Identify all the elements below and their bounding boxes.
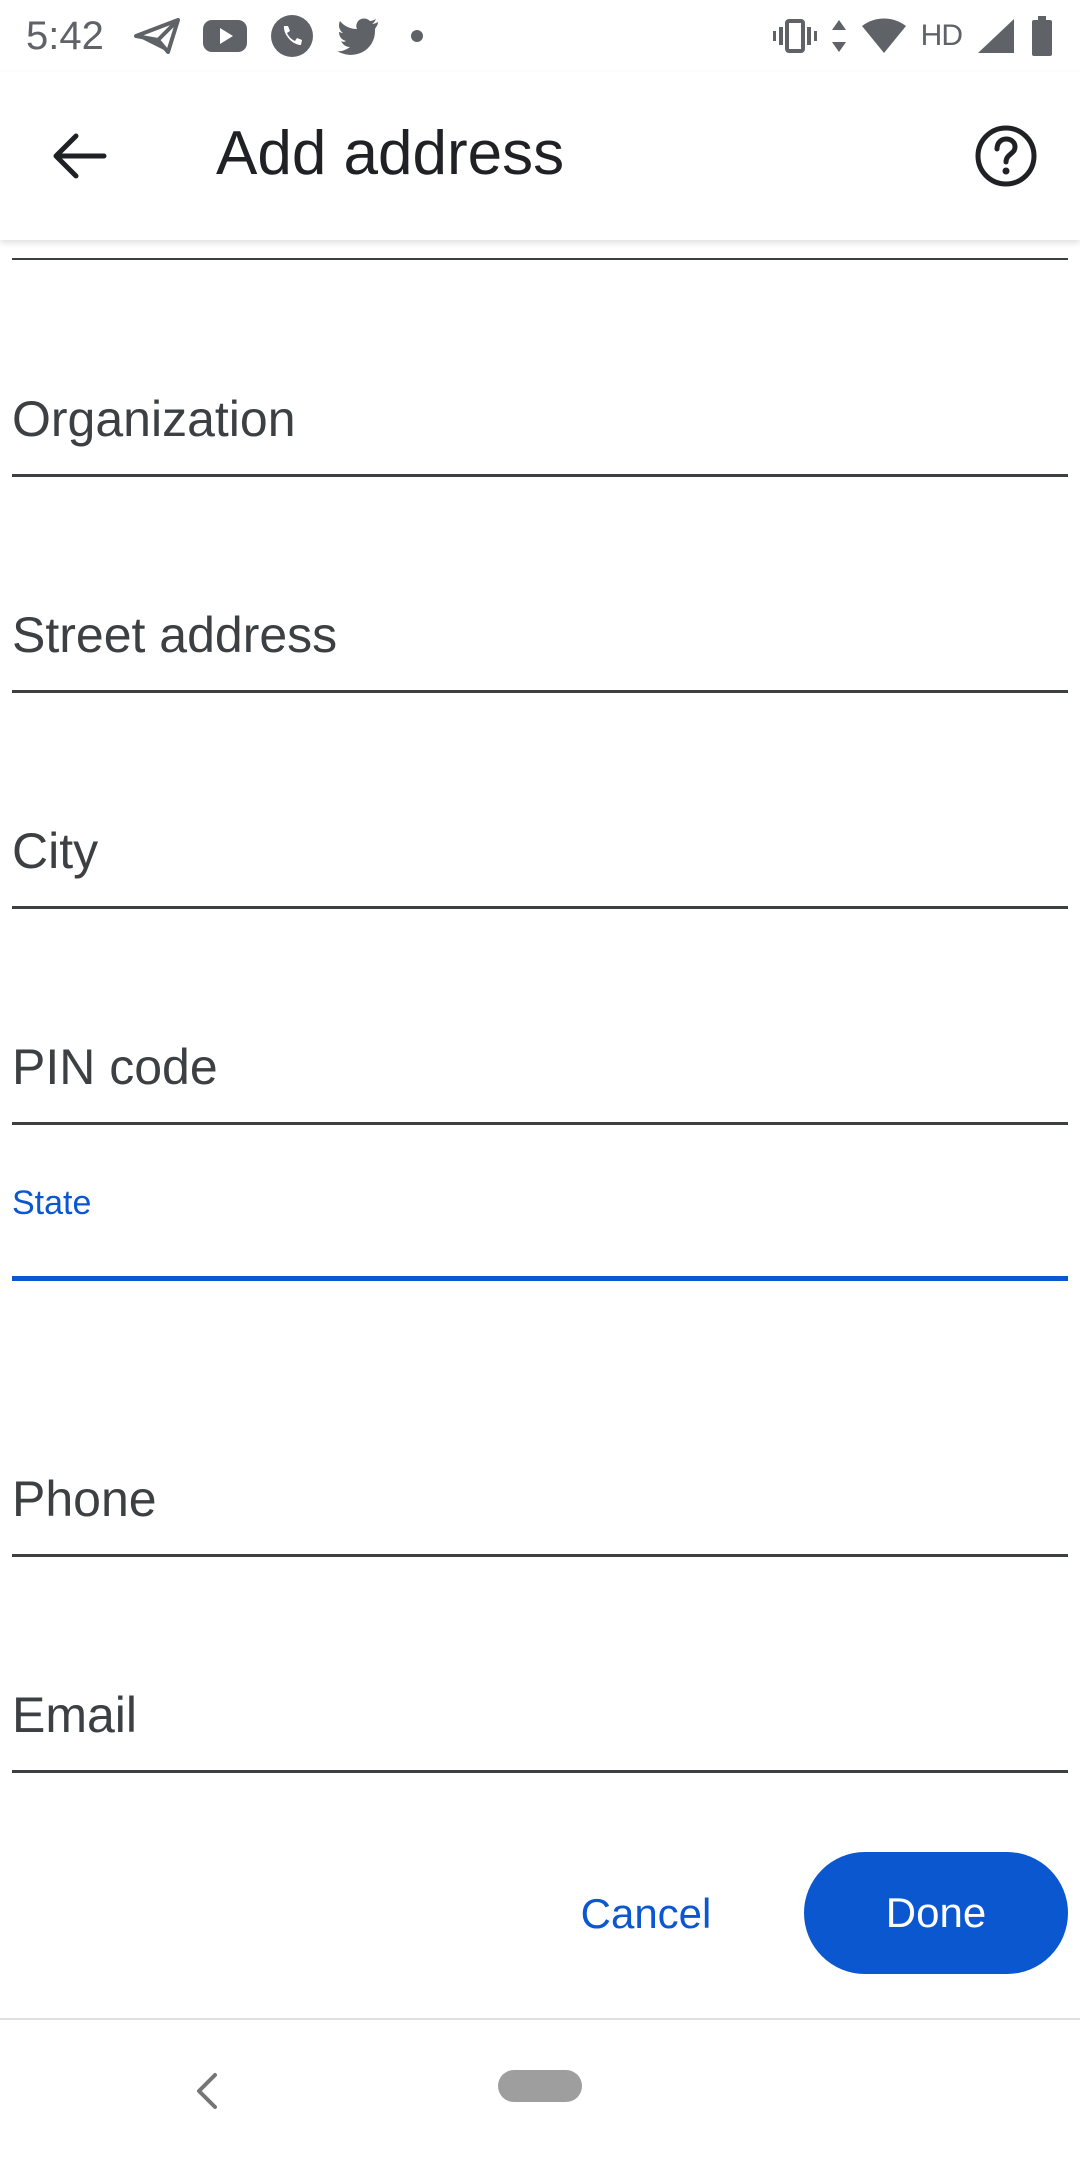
signal-icon xyxy=(976,17,1016,55)
status-bar: 5:42 HD xyxy=(0,0,1080,72)
done-button[interactable]: Done xyxy=(804,1852,1068,1974)
phone-underline xyxy=(12,1554,1068,1557)
pin-code-label: PIN code xyxy=(12,1039,218,1095)
address-form: Organization Street address City PIN cod… xyxy=(0,240,1080,2020)
state-label: State xyxy=(12,1184,92,1222)
pin-code-underline xyxy=(12,1122,1068,1125)
wifi-icon xyxy=(861,18,907,54)
pin-code-field[interactable]: PIN code xyxy=(12,1038,1068,1138)
email-field[interactable]: Email xyxy=(12,1686,1068,1786)
form-actions: Cancel Done xyxy=(0,1852,1080,1976)
screen: 5:42 HD Add address Organization Street … xyxy=(0,0,1080,2160)
nav-back-button[interactable] xyxy=(186,2066,226,2116)
send-icon xyxy=(133,18,180,54)
street-address-label: Street address xyxy=(12,607,338,663)
back-button[interactable] xyxy=(40,116,120,196)
organization-label: Organization xyxy=(12,391,296,447)
status-time: 5:42 xyxy=(26,13,104,58)
state-field[interactable]: State xyxy=(12,1184,1068,1284)
city-label: City xyxy=(12,823,99,879)
email-underline xyxy=(12,1770,1068,1773)
previous-field-underline xyxy=(12,258,1068,260)
notification-icons xyxy=(133,14,432,58)
battery-icon xyxy=(1030,15,1054,57)
system-icons: HD xyxy=(772,15,1054,57)
organization-field[interactable]: Organization xyxy=(12,390,1068,490)
app-bar: Add address xyxy=(0,72,1080,240)
phone-icon xyxy=(270,14,314,58)
arrow-back-icon xyxy=(53,133,107,179)
help-button[interactable] xyxy=(966,116,1046,196)
state-underline xyxy=(12,1276,1068,1281)
email-label: Email xyxy=(12,1687,138,1743)
city-field[interactable]: City xyxy=(12,822,1068,922)
help-circle-icon xyxy=(975,125,1037,187)
data-arrows-icon xyxy=(831,18,847,54)
vibrate-icon xyxy=(772,18,817,54)
phone-field[interactable]: Phone xyxy=(12,1470,1068,1570)
cancel-button[interactable]: Cancel xyxy=(560,1852,732,1976)
page-title: Add address xyxy=(216,119,565,188)
street-address-underline xyxy=(12,690,1068,693)
organization-underline xyxy=(12,474,1068,477)
youtube-icon xyxy=(202,19,248,53)
home-pill-icon[interactable] xyxy=(498,2070,582,2102)
phone-label: Phone xyxy=(12,1471,157,1527)
system-nav-bar xyxy=(0,2020,1080,2160)
twitter-icon xyxy=(336,17,380,55)
nav-back-icon xyxy=(197,2073,217,2109)
city-underline xyxy=(12,906,1068,909)
network-label: HD xyxy=(920,19,963,52)
dot-icon xyxy=(402,21,432,51)
street-address-field[interactable]: Street address xyxy=(12,606,1068,706)
